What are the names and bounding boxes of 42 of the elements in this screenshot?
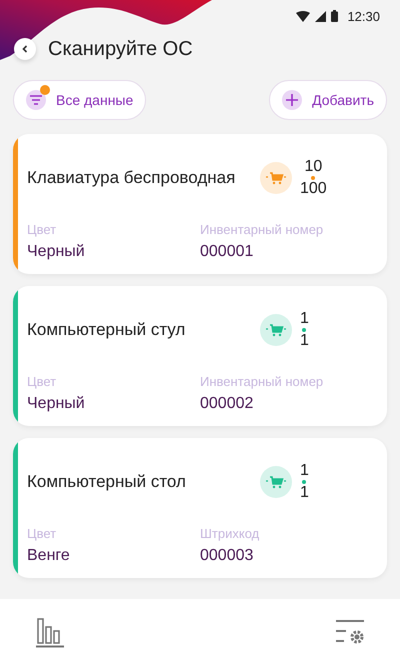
field-value: Венге bbox=[27, 547, 71, 565]
count-top: 1 bbox=[300, 310, 309, 328]
item-card[interactable]: Клавиатура беспроводная 10 100 Цвет Черный Инвентарный номер 000001 bbox=[13, 134, 387, 274]
field-label: Цвет bbox=[27, 526, 58, 541]
count-top: 10 bbox=[304, 158, 322, 176]
filter-icon bbox=[30, 95, 42, 105]
item-name: Компьютерный стул bbox=[27, 320, 186, 340]
signal-icon bbox=[315, 10, 326, 22]
plus-icon bbox=[286, 94, 298, 106]
cart-icon bbox=[260, 162, 292, 194]
back-icon bbox=[21, 45, 29, 53]
cart-icon bbox=[260, 466, 292, 498]
cart-icon bbox=[260, 314, 292, 346]
count-bottom: 1 bbox=[300, 332, 309, 350]
item-name: Компьютерный стол bbox=[27, 472, 187, 492]
separator-dot bbox=[311, 176, 316, 180]
field-label: Инвентарный номер bbox=[200, 374, 324, 389]
field-label: Цвет bbox=[27, 374, 58, 389]
field-label: Цвет bbox=[27, 222, 58, 237]
item-card[interactable]: Компьютерный стол 1 1 Цвет Венге Штрихкод 000003 bbox=[13, 438, 387, 578]
status-time: 12:30 bbox=[347, 8, 380, 24]
count-bottom: 100 bbox=[300, 180, 327, 198]
field-value: 000003 bbox=[200, 547, 254, 565]
bar-chart-icon[interactable] bbox=[36, 618, 66, 648]
field-value: Черный bbox=[27, 243, 86, 261]
filter-button[interactable]: Все данные bbox=[13, 80, 146, 120]
field-value: 000001 bbox=[200, 243, 254, 261]
field-value: 000002 bbox=[200, 395, 254, 413]
item-card[interactable]: Компьютерный стул 1 1 Цвет Черный Инвентарный номер 000002 bbox=[13, 286, 387, 426]
battery-icon bbox=[331, 10, 338, 22]
add-button[interactable]: Добавить bbox=[269, 80, 387, 120]
field-label: Штрихкод bbox=[200, 526, 260, 541]
wifi-icon bbox=[296, 10, 310, 22]
back-button[interactable] bbox=[14, 38, 36, 60]
separator-dot bbox=[302, 328, 306, 332]
field-value: Черный bbox=[27, 395, 86, 413]
count-bottom: 1 bbox=[300, 484, 309, 502]
count-top: 1 bbox=[300, 462, 309, 480]
field-label: Инвентарный номер bbox=[200, 222, 324, 237]
separator-dot bbox=[302, 480, 306, 484]
page-title: Сканируйте ОС bbox=[48, 38, 193, 60]
item-name: Клавиатура беспроводная bbox=[27, 168, 236, 188]
